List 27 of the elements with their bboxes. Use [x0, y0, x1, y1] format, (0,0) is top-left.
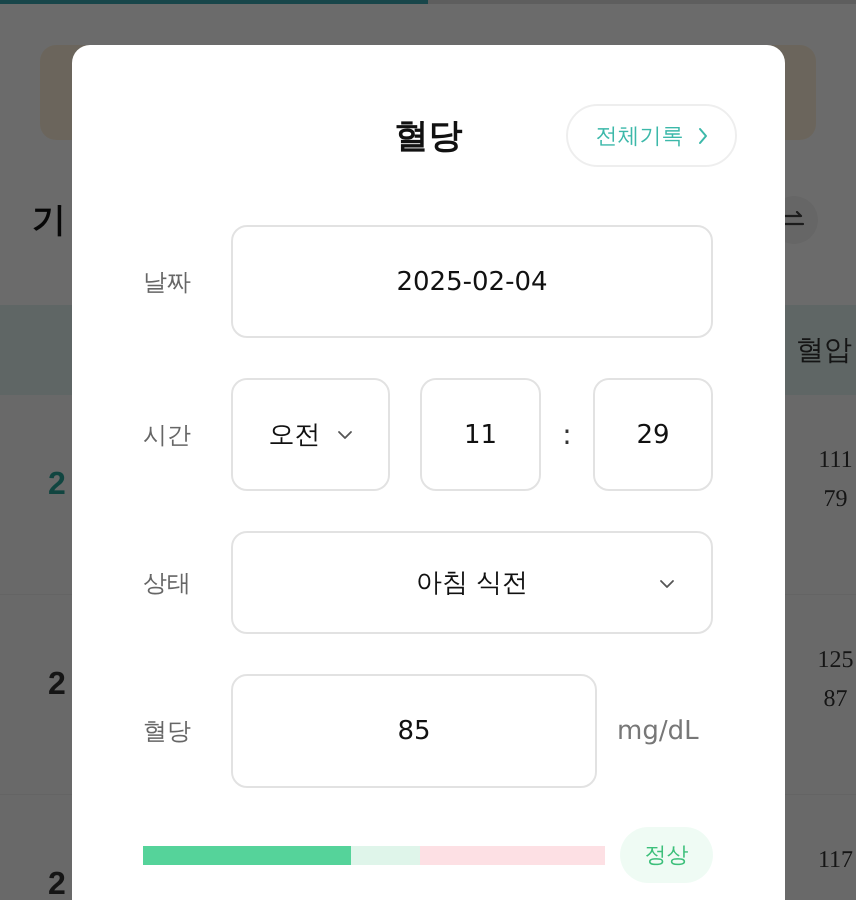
- date-cell: 2: [48, 465, 66, 502]
- date-field[interactable]: 2025-02-04: [231, 225, 713, 338]
- field-label: 날짜: [143, 266, 192, 298]
- value-cell: 111: [818, 447, 853, 474]
- date-cell: 2: [48, 665, 66, 702]
- period-select[interactable]: 오전: [231, 378, 390, 491]
- value-cell: 117: [818, 847, 854, 874]
- date-cell: 2: [48, 865, 66, 900]
- value-cell: 79: [824, 486, 848, 513]
- field-label: 상태: [143, 568, 192, 598]
- chevron-down-icon: [659, 579, 675, 589]
- field-label: 혈당: [143, 716, 192, 747]
- value-cell: 87: [824, 686, 848, 713]
- dialog-title: 혈당: [394, 114, 462, 158]
- status-select[interactable]: 아침 식전: [231, 531, 713, 634]
- page-title: 기: [32, 199, 66, 242]
- value-cell: 125: [818, 647, 854, 674]
- chevron-down-icon: [336, 430, 352, 440]
- hour-field[interactable]: 11: [420, 378, 541, 491]
- chevron-right-icon: [698, 126, 708, 144]
- column-header: 혈압: [796, 332, 853, 368]
- status-badge: 정상: [620, 827, 713, 883]
- unit-label: mg/dL: [617, 716, 699, 746]
- field-label: 시간: [143, 420, 192, 450]
- time-separator: :: [561, 418, 573, 451]
- minute-field[interactable]: 29: [593, 378, 713, 491]
- glucose-field[interactable]: 85: [231, 674, 597, 788]
